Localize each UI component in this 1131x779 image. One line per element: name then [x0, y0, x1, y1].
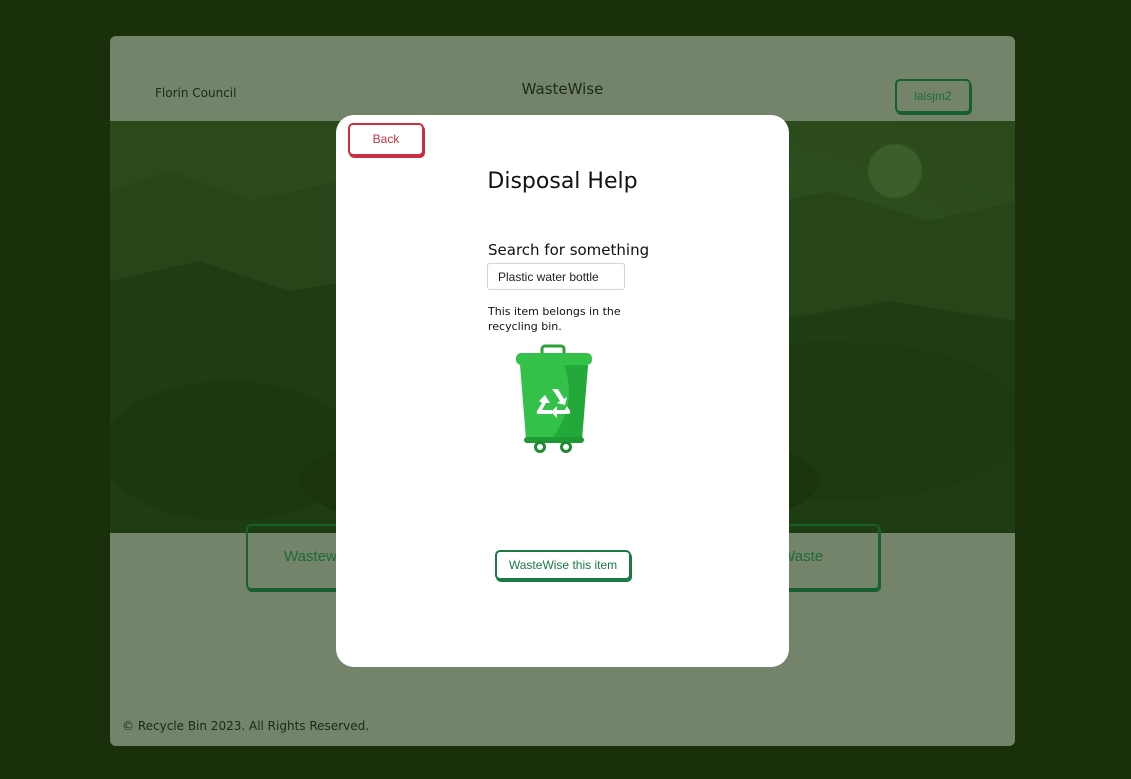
recycling-bin-icon [512, 343, 596, 455]
footer-copyright: © Recycle Bin 2023. All Rights Reserved. [122, 719, 370, 733]
wastewise-item-button[interactable]: WasteWise this item [495, 550, 631, 580]
modal-title: Disposal Help [487, 169, 638, 194]
disposal-result-text: This item belongs in the recycling bin. [488, 305, 621, 333]
disposal-help-modal: Back Disposal Help Search for something … [336, 115, 789, 667]
brand-title: WasteWise [521, 80, 604, 98]
user-account-button[interactable]: laisjm2 [895, 79, 971, 113]
search-label: Search for something [488, 241, 650, 259]
back-button[interactable]: Back [348, 123, 424, 156]
header: Florin Council WasteWise laisjm2 [110, 36, 1015, 122]
search-input[interactable]: Plastic water bottle [487, 263, 625, 290]
